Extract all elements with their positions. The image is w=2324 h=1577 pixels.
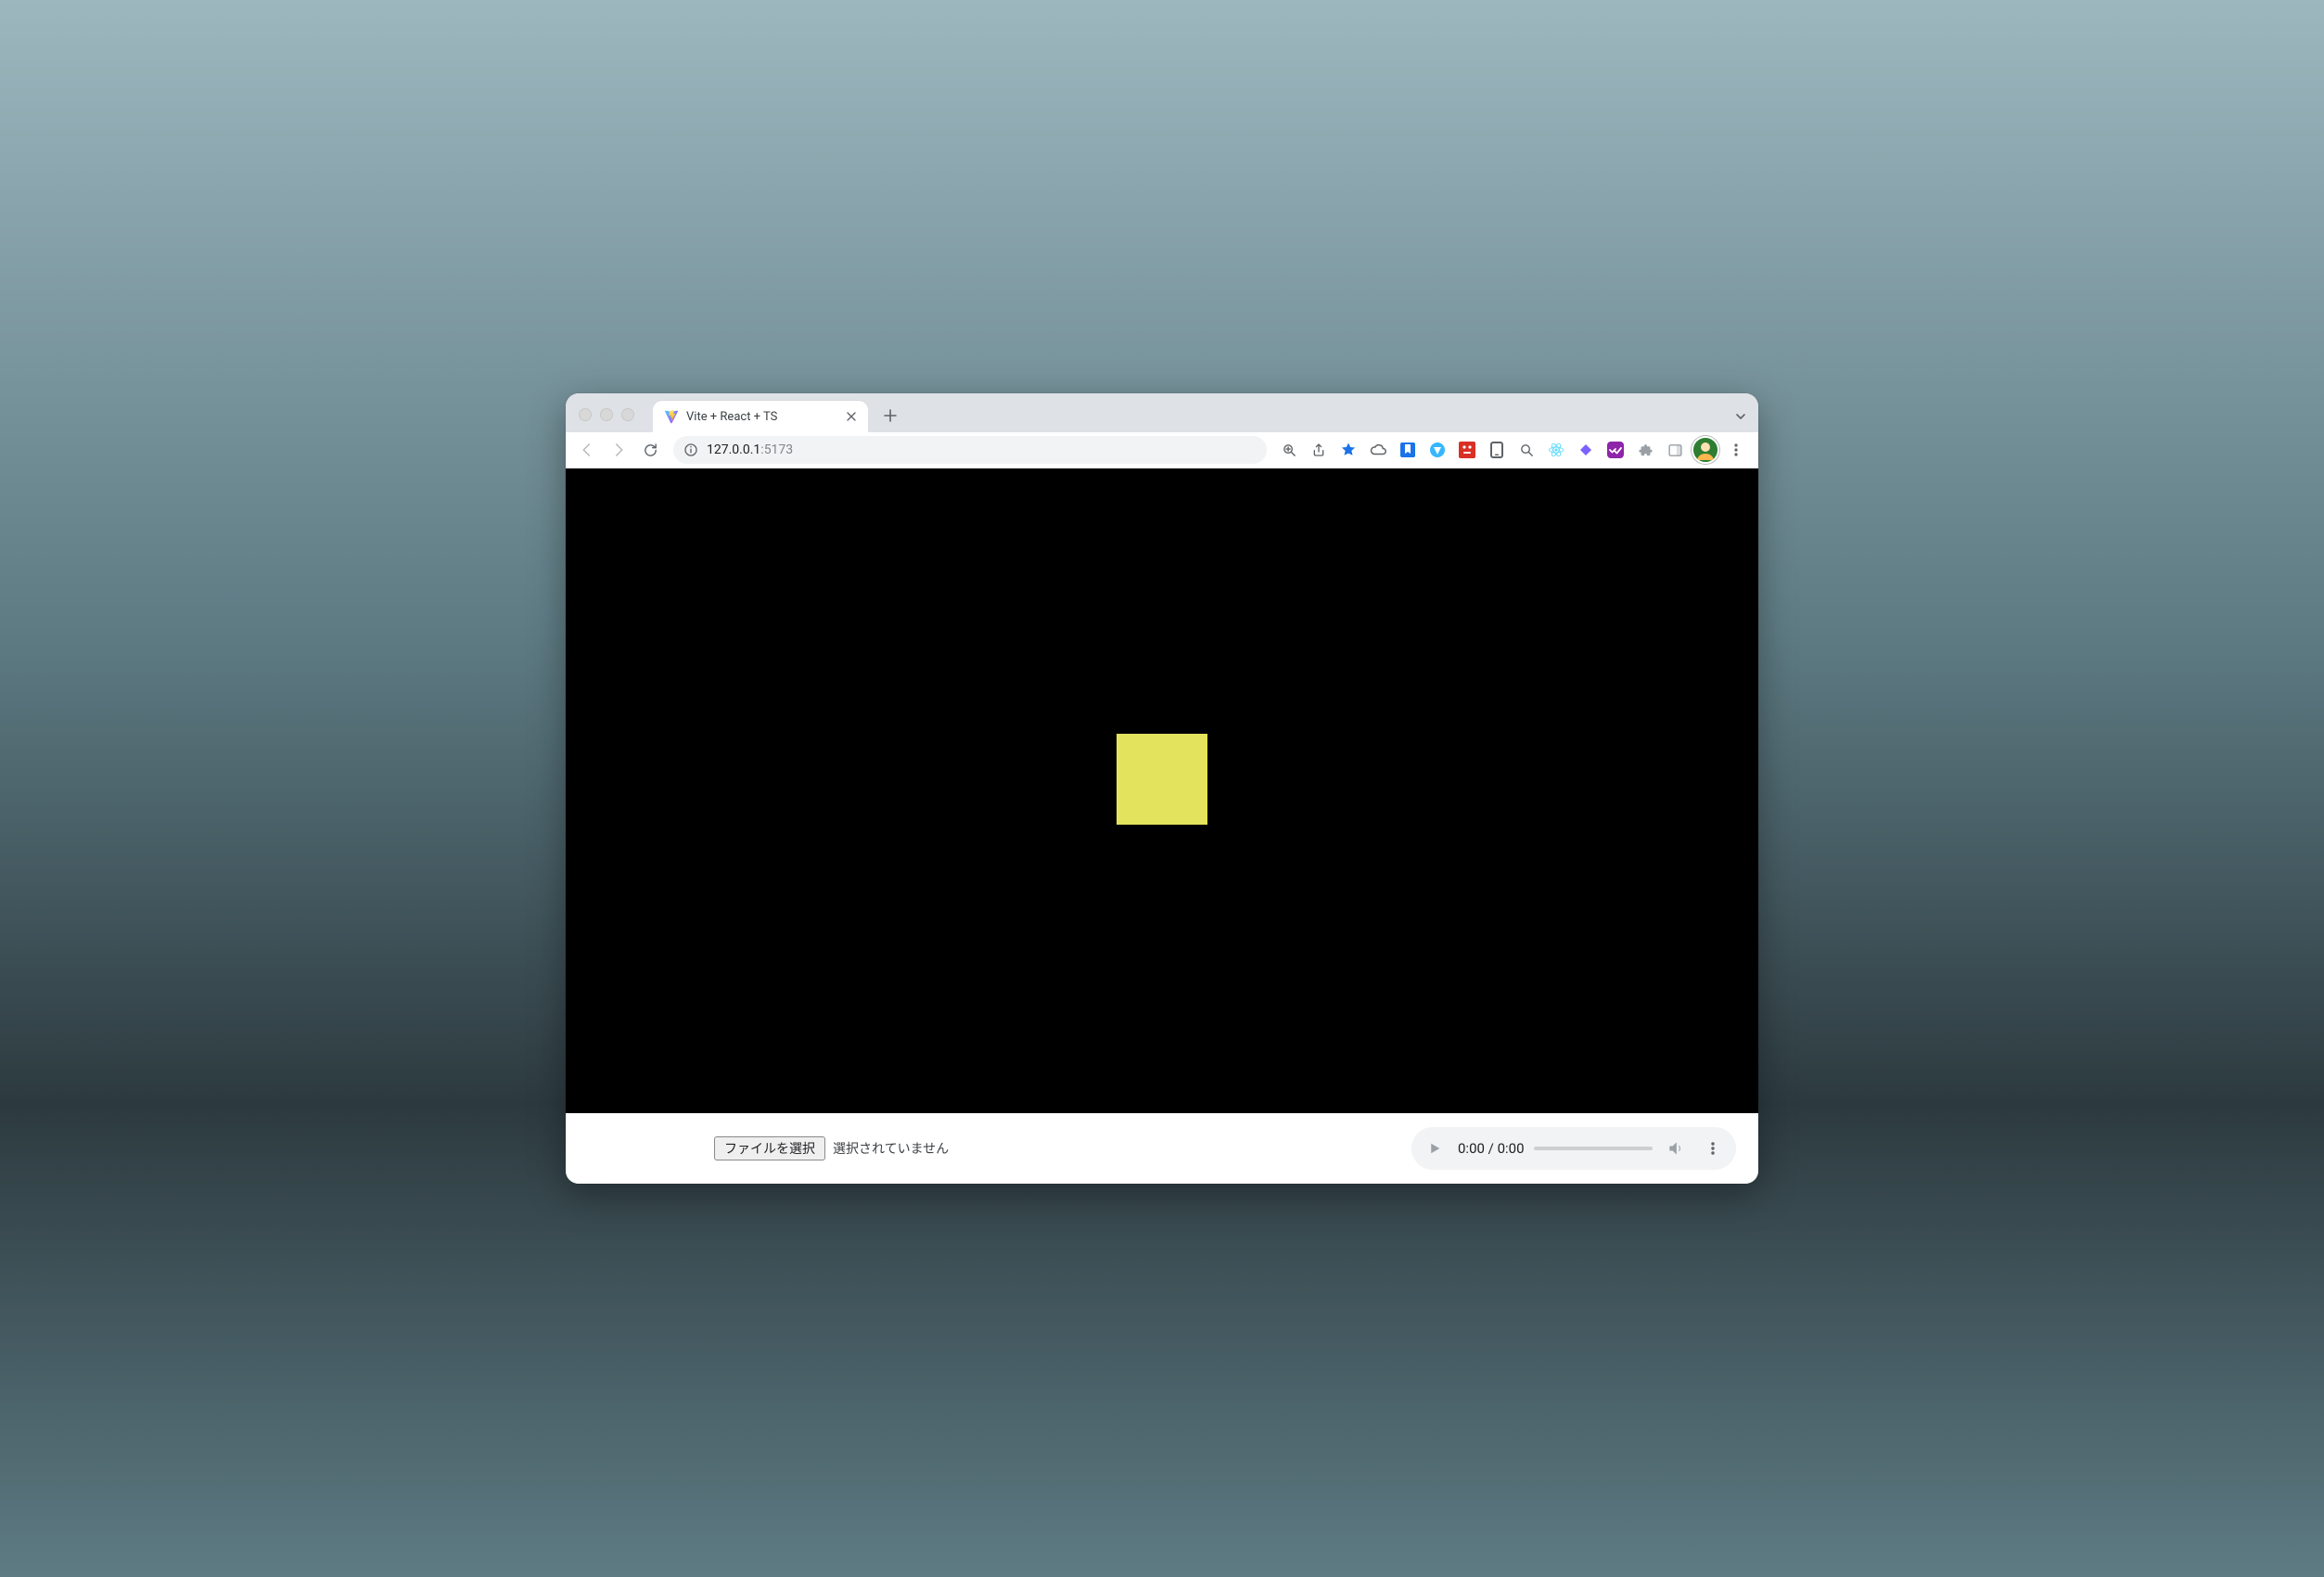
- nav-reload-button[interactable]: [636, 436, 664, 464]
- address-bar[interactable]: 127.0.0.1:5173: [673, 436, 1267, 464]
- extensions-puzzle-icon[interactable]: [1632, 437, 1658, 463]
- window-traffic-lights: [566, 408, 647, 432]
- tab-title: Vite + React + TS: [686, 410, 836, 424]
- extension-cloud-icon[interactable]: [1365, 437, 1391, 463]
- audio-duration: 0:00: [1498, 1140, 1525, 1157]
- nav-forward-button[interactable]: [605, 436, 632, 464]
- side-panel-icon[interactable]: [1662, 437, 1688, 463]
- audio-volume-button[interactable]: [1662, 1135, 1690, 1162]
- address-host: 127.0.0.1: [707, 442, 760, 457]
- browser-toolbar: 127.0.0.1:5173: [566, 432, 1758, 468]
- address-url: 127.0.0.1:5173: [707, 442, 793, 457]
- share-icon[interactable]: [1306, 437, 1332, 463]
- extension-search-icon[interactable]: [1513, 437, 1539, 463]
- extension-react-devtools-icon[interactable]: [1543, 437, 1569, 463]
- canvas-stage: [566, 468, 1758, 1113]
- browser-tab[interactable]: Vite + React + TS: [653, 401, 868, 432]
- new-tab-button[interactable]: [877, 403, 903, 429]
- window-minimize-button[interactable]: [600, 408, 613, 421]
- tab-close-button[interactable]: [844, 409, 859, 424]
- audio-play-button[interactable]: [1421, 1135, 1449, 1162]
- audio-menu-button[interactable]: [1699, 1135, 1727, 1162]
- file-input: ファイルを選択 選択されていません: [714, 1136, 949, 1161]
- audio-current-time: 0:00: [1458, 1140, 1485, 1157]
- extension-bookmark-manager-icon[interactable]: [1395, 437, 1421, 463]
- browser-window: Vite + React + TS 127.0.0.1:5173: [566, 393, 1758, 1184]
- profile-avatar[interactable]: [1692, 436, 1719, 464]
- extension-device-icon[interactable]: [1484, 437, 1510, 463]
- audio-time-separator: /: [1485, 1140, 1498, 1157]
- bookmark-star-icon[interactable]: [1335, 437, 1361, 463]
- file-choose-button[interactable]: ファイルを選択: [714, 1136, 825, 1161]
- window-zoom-button[interactable]: [621, 408, 634, 421]
- extension-checks-icon[interactable]: [1603, 437, 1628, 463]
- page-footer: ファイルを選択 選択されていません 0:00 / 0:00: [566, 1113, 1758, 1184]
- yellow-square: [1117, 734, 1207, 825]
- tab-strip: Vite + React + TS: [566, 393, 1758, 432]
- zoom-icon[interactable]: [1276, 437, 1302, 463]
- toolbar-actions: [1276, 436, 1751, 464]
- address-port: :5173: [760, 442, 793, 457]
- audio-seek-slider[interactable]: [1534, 1147, 1653, 1150]
- file-status-text: 選択されていません: [833, 1139, 949, 1158]
- browser-menu-button[interactable]: [1723, 437, 1749, 463]
- nav-back-button[interactable]: [573, 436, 601, 464]
- extension-diamond-icon[interactable]: [1573, 437, 1599, 463]
- extension-vite-icon[interactable]: [1424, 437, 1450, 463]
- audio-player: 0:00 / 0:00: [1411, 1127, 1736, 1170]
- vite-favicon-icon: [664, 409, 679, 424]
- window-close-button[interactable]: [579, 408, 592, 421]
- tab-search-button[interactable]: [1734, 410, 1747, 423]
- audio-time-display: 0:00 / 0:00: [1458, 1140, 1525, 1157]
- site-info-icon[interactable]: [683, 442, 699, 458]
- extension-red-icon[interactable]: [1454, 437, 1480, 463]
- page-content: ファイルを選択 選択されていません 0:00 / 0:00: [566, 468, 1758, 1184]
